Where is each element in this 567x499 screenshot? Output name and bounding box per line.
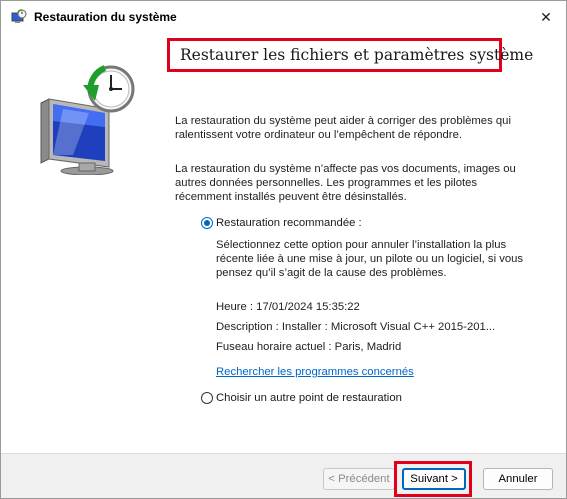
radio-button-unchecked[interactable] <box>201 392 213 404</box>
restore-timezone: Fuseau horaire actuel : Paris, Madrid <box>216 341 402 353</box>
content-panel: Restaurer les fichiers et paramètres sys… <box>167 33 566 453</box>
left-panel <box>1 33 167 453</box>
system-restore-window: Restauration du système ✕ Restaurer les … <box>0 0 567 499</box>
radio-other-restore-point[interactable]: Choisir un autre point de restauration <box>201 392 402 404</box>
title-bar: Restauration du système ✕ <box>1 1 566 33</box>
radio-recommended-label: Restauration recommandée : <box>216 217 362 229</box>
button-bar: < Précédent Suivant > Annuler <box>1 453 566 498</box>
cancel-button[interactable]: Annuler <box>483 468 553 490</box>
restore-description: Description : Installer : Microsoft Visu… <box>216 321 496 333</box>
system-restore-icon <box>11 9 27 25</box>
recommended-description: Sélectionnez cette option pour annuler l… <box>216 239 524 279</box>
radio-recommended-restore[interactable]: Restauration recommandée : <box>201 217 362 229</box>
system-restore-monitor-clock-icon <box>31 63 141 176</box>
previous-button[interactable]: < Précédent <box>323 468 395 490</box>
window-title: Restauration du système <box>34 10 177 24</box>
intro-paragraph: La restauration du système peut aider à … <box>175 115 511 141</box>
heading-highlight: Restaurer les fichiers et paramètres sys… <box>167 38 533 72</box>
restore-time: Heure : 17/01/2024 15:35:22 <box>216 301 360 313</box>
close-icon: ✕ <box>540 8 552 25</box>
affected-programs-link[interactable]: Rechercher les programmes concernés <box>216 366 414 378</box>
close-button[interactable]: ✕ <box>526 1 566 33</box>
info-paragraph: La restauration du système n’affecte pas… <box>175 163 516 203</box>
page-title: Restaurer les fichiers et paramètres sys… <box>180 46 534 64</box>
radio-button-checked[interactable] <box>201 217 213 229</box>
next-button[interactable]: Suivant > <box>402 468 466 490</box>
radio-other-label: Choisir un autre point de restauration <box>216 392 402 404</box>
